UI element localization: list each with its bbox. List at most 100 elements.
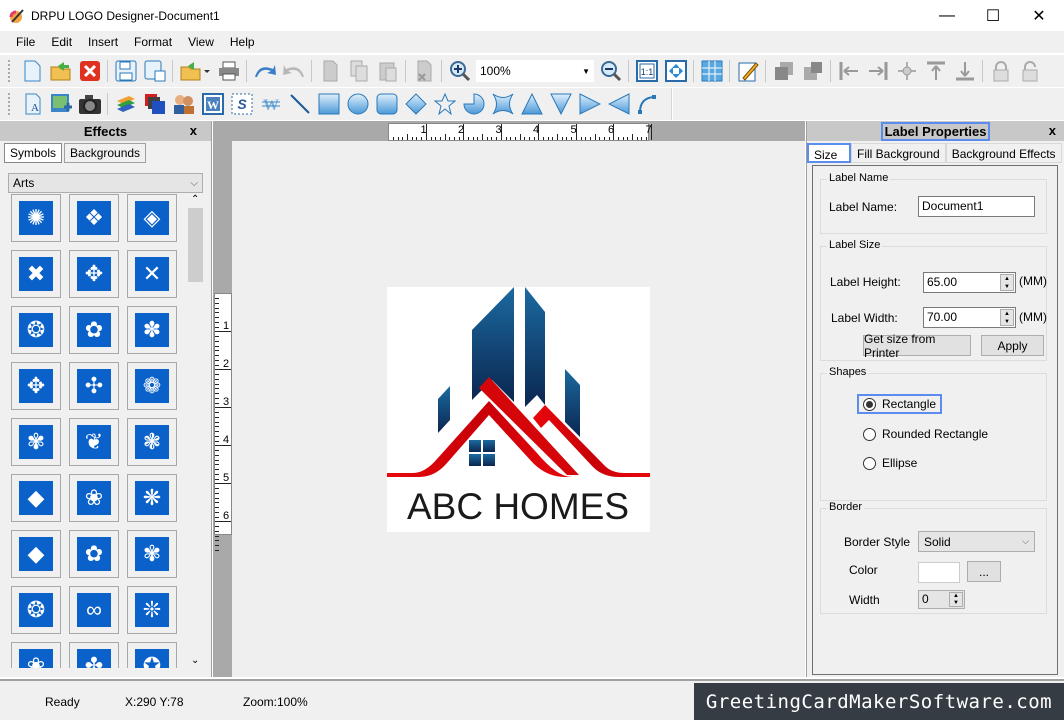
zoom-combo[interactable]: 100% ▼	[476, 60, 594, 82]
shape-ellipse-radio[interactable]: Ellipse	[859, 455, 921, 471]
border-width-spinner[interactable]: ▲ ▼	[949, 592, 963, 607]
symbol-item[interactable]: ❊	[127, 586, 177, 634]
layers-button[interactable]	[113, 92, 138, 117]
triangle-down-button[interactable]	[548, 92, 573, 117]
unlock-button[interactable]	[1017, 59, 1042, 84]
symbol-item[interactable]: ❦	[69, 418, 119, 466]
label-width-spinner[interactable]: ▲ ▼	[1000, 309, 1014, 326]
symbol-item[interactable]: ✣	[69, 362, 119, 410]
camera-button[interactable]	[77, 92, 102, 117]
border-color-picker-button[interactable]: ...	[967, 561, 1001, 582]
symbol-item[interactable]: ✾	[127, 530, 177, 578]
grid-button[interactable]	[699, 59, 724, 84]
symbol-item[interactable]: ✿	[69, 306, 119, 354]
label-name-input[interactable]: Document1	[918, 196, 1035, 217]
close-icon[interactable]: x	[190, 123, 197, 138]
border-style-select[interactable]: Solid ⌵	[918, 531, 1035, 552]
align-left-button[interactable]	[836, 59, 861, 84]
rectangle-button[interactable]	[316, 92, 341, 117]
word-art-button[interactable]: W	[200, 92, 225, 117]
category-select[interactable]: Arts ⌵	[8, 173, 203, 193]
triangle-left-button[interactable]	[606, 92, 631, 117]
symbol-item[interactable]: ✕	[127, 250, 177, 298]
send-to-back-button[interactable]	[800, 59, 825, 84]
symbol-item[interactable]: ❂	[11, 306, 61, 354]
new-button[interactable]	[19, 59, 44, 84]
symbol-item[interactable]: ✥	[69, 250, 119, 298]
copy-button[interactable]	[346, 59, 371, 84]
symbol-item[interactable]: ❂	[11, 586, 61, 634]
save-as-button[interactable]	[142, 59, 167, 84]
label-height-spinner[interactable]: ▲ ▼	[1000, 274, 1014, 291]
toolbar-grip[interactable]	[8, 60, 11, 82]
fit-to-window-button[interactable]	[663, 59, 688, 84]
shape-rectangle-radio[interactable]: Rectangle	[857, 394, 943, 414]
menu-view[interactable]: View	[180, 35, 222, 49]
star-button[interactable]	[432, 92, 457, 117]
edit-properties-button[interactable]	[735, 59, 760, 84]
symbol-item[interactable]: ✺	[11, 194, 61, 242]
watermark-button[interactable]: W	[258, 92, 283, 117]
symbol-item[interactable]: ❖	[69, 194, 119, 242]
lock-button[interactable]	[988, 59, 1013, 84]
symbol-item[interactable]: ◆	[11, 474, 61, 522]
align-top-button[interactable]	[923, 59, 948, 84]
print-button[interactable]	[216, 59, 241, 84]
logo-canvas[interactable]: ABC HOMES	[387, 287, 650, 532]
symbol-item[interactable]: ◈	[127, 194, 177, 242]
undo-button[interactable]	[252, 59, 277, 84]
tab-symbols[interactable]: Symbols	[4, 143, 63, 163]
border-color-swatch[interactable]	[918, 562, 960, 583]
save-button[interactable]	[113, 59, 138, 84]
tab-backgrounds[interactable]: Backgrounds	[64, 143, 147, 163]
pie-button[interactable]	[461, 92, 486, 117]
arc-button[interactable]	[635, 92, 660, 117]
menu-format[interactable]: Format	[126, 35, 180, 49]
diamond-button[interactable]	[403, 92, 428, 117]
line-button[interactable]	[287, 92, 312, 117]
zoom-in-button[interactable]	[447, 59, 472, 84]
symbol-item[interactable]: ✥	[11, 362, 61, 410]
maximize-button[interactable]: ☐	[970, 0, 1016, 31]
delete-button[interactable]	[411, 59, 436, 84]
menu-file[interactable]: File	[8, 35, 43, 49]
symbol-item[interactable]: ✾	[11, 418, 61, 466]
symbol-item[interactable]: ✽	[127, 306, 177, 354]
symbol-item[interactable]: ❃	[127, 418, 177, 466]
signature-button[interactable]: S	[229, 92, 254, 117]
tab-fill-background[interactable]: Fill Background	[851, 143, 946, 163]
symbol-item[interactable]: ◆	[11, 530, 61, 578]
paste-button[interactable]	[375, 59, 400, 84]
triangle-right-button[interactable]	[577, 92, 602, 117]
users-button[interactable]	[171, 92, 196, 117]
image-button[interactable]	[48, 92, 73, 117]
rounded-rectangle-button[interactable]	[374, 92, 399, 117]
cross-shape-button[interactable]	[490, 92, 515, 117]
symbol-item[interactable]: ∞	[69, 586, 119, 634]
menu-help[interactable]: Help	[222, 35, 263, 49]
menu-insert[interactable]: Insert	[80, 35, 126, 49]
align-right-button[interactable]	[865, 59, 890, 84]
symbol-item[interactable]: ✪	[127, 642, 177, 668]
close-document-button[interactable]	[77, 59, 102, 84]
align-center-button[interactable]	[894, 59, 919, 84]
scroll-up-icon[interactable]: ⌃	[191, 194, 199, 205]
zoom-out-button[interactable]	[598, 59, 623, 84]
actual-size-button[interactable]: 1:1	[634, 59, 659, 84]
import-button[interactable]	[178, 59, 212, 84]
cut-button[interactable]	[317, 59, 342, 84]
symbol-item[interactable]: ✤	[69, 642, 119, 668]
symbol-scrollbar[interactable]: ⌃ ⌄	[187, 194, 204, 668]
symbol-item[interactable]: ❋	[127, 474, 177, 522]
label-width-input[interactable]: 70.00 ▲ ▼	[923, 307, 1016, 328]
symbol-item[interactable]: ❀	[69, 474, 119, 522]
scroll-down-icon[interactable]: ⌄	[191, 655, 199, 666]
toolbar-grip[interactable]	[8, 93, 11, 115]
triangle-up-button[interactable]	[519, 92, 544, 117]
scrollbar-thumb[interactable]	[188, 208, 203, 282]
menu-edit[interactable]: Edit	[43, 35, 80, 49]
symbol-item[interactable]: ✖	[11, 250, 61, 298]
align-bottom-button[interactable]	[952, 59, 977, 84]
symbol-item[interactable]: ✿	[69, 530, 119, 578]
symbol-item[interactable]: ❁	[127, 362, 177, 410]
